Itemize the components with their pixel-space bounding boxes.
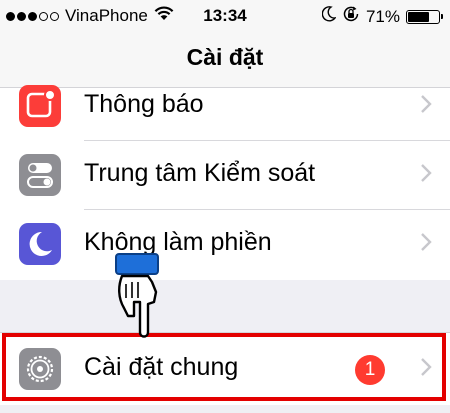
chevron-right-icon [420, 163, 432, 188]
settings-row-label: Cài đặt chung [84, 353, 239, 381]
control-center-icon [19, 154, 61, 196]
settings-group-general: Cài đặt chung 1 [0, 332, 450, 406]
notifications-icon [19, 85, 61, 127]
rotation-lock-icon [342, 5, 360, 28]
chevron-right-icon [420, 357, 432, 382]
settings-row-general[interactable]: Cài đặt chung 1 [0, 335, 450, 403]
pointing-hand-icon [104, 252, 194, 347]
chevron-right-icon [420, 94, 432, 119]
settings-row-label: Thông báo [84, 90, 204, 118]
settings-row-label: Trung tâm Kiểm soát [84, 159, 316, 187]
settings-row-notifications[interactable]: Thông báo [0, 72, 450, 140]
bottom-edge [0, 405, 450, 413]
chevron-right-icon [420, 232, 432, 257]
battery-icon [406, 9, 443, 24]
settings-row-do-not-disturb[interactable]: Không làm phiền [0, 210, 450, 278]
settings-group-top: Thông báo Trung tâm Kiểm soát Không làm … [0, 85, 450, 280]
status-bar: VinaPhone 13:34 71% [0, 0, 450, 32]
status-right: 71% [321, 5, 443, 28]
moon-icon [321, 6, 337, 27]
do-not-disturb-icon [19, 223, 61, 265]
battery-percent: 71% [365, 6, 400, 26]
battery-fill [408, 11, 430, 22]
general-gear-icon [19, 348, 61, 390]
page-title: Cài đặt [186, 44, 264, 70]
notification-badge: 1 [355, 355, 385, 385]
settings-row-control-center[interactable]: Trung tâm Kiểm soát [0, 141, 450, 209]
